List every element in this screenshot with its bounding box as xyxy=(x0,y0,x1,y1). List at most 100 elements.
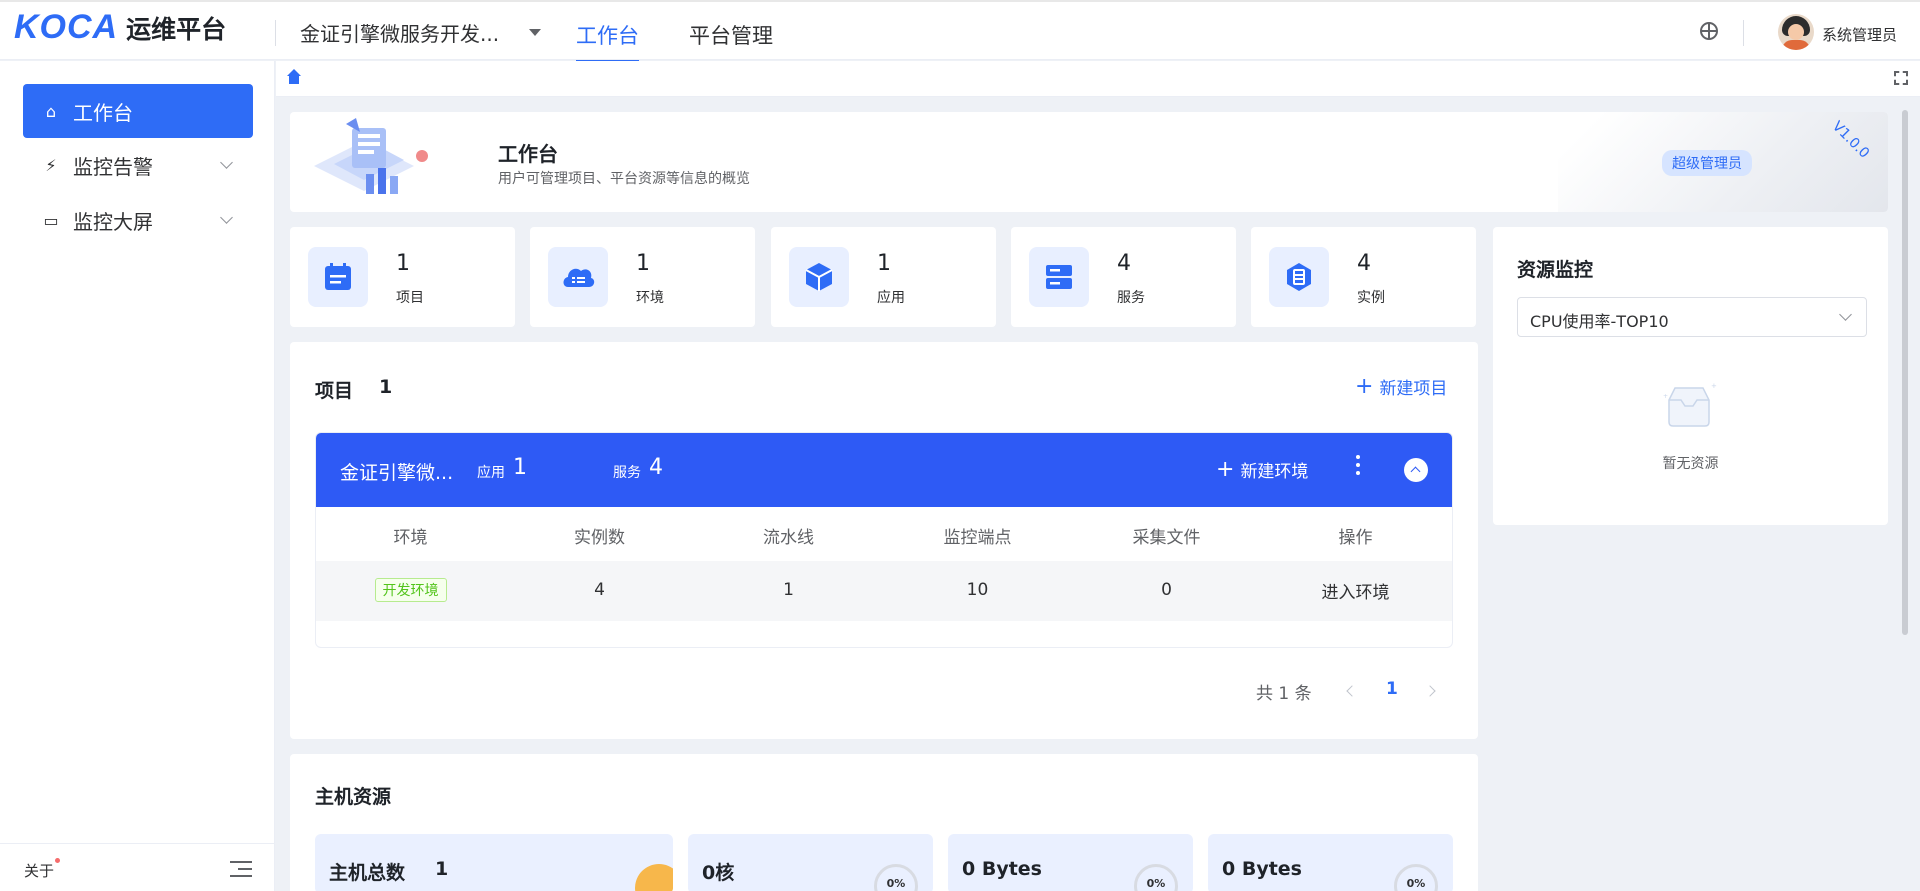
env-cell: 开发环境 xyxy=(316,578,505,602)
stat-value: 1 xyxy=(396,251,410,276)
table-header: 环境 实例数 流水线 监控端点 采集文件 操作 xyxy=(316,507,1452,561)
service-count-value: 4 xyxy=(649,455,663,480)
welcome-banner: 工作台 用户可管理项目、平台资源等信息的概览 超级管理员 V1.0.0 xyxy=(290,112,1888,212)
app-count-label: 应用 xyxy=(477,465,505,481)
project-item-header: 金证引擎微... 应用 1 服务 4 + 新建环境 xyxy=(316,433,1452,507)
about-label: 关于 xyxy=(24,862,55,880)
alarm-icon: ⚡ xyxy=(45,155,57,175)
projects-card: 项目 1 + 新建项目 金证引擎微... 应用 1 服务 4 + 新建环境 环境… xyxy=(290,342,1478,739)
host-illustration xyxy=(635,864,673,891)
resource-metric-select[interactable]: CPU使用率-TOP10 xyxy=(1517,297,1867,337)
env-tag: 开发环境 xyxy=(374,578,447,602)
stat-card-projects[interactable]: 1 项目 xyxy=(290,227,515,327)
project-select[interactable]: 金证引擎微服务开发... xyxy=(300,18,542,47)
banner-illustration xyxy=(314,118,428,194)
header-divider xyxy=(1743,20,1744,46)
stat-value: 1 xyxy=(636,251,650,276)
home-icon: ⌂ xyxy=(45,101,57,121)
logo-text: 运维平台 xyxy=(126,14,227,44)
next-page-icon[interactable] xyxy=(1424,685,1436,697)
host-memory-value: 0 Bytes xyxy=(962,858,1042,880)
endpoints-cell: 10 xyxy=(966,580,989,600)
stat-label: 服务 xyxy=(1117,290,1145,306)
scrollbar[interactable] xyxy=(1902,110,1908,635)
calendar-icon xyxy=(308,247,368,307)
app-count-value: 1 xyxy=(513,455,527,480)
host-total-tile: 主机总数 1 xyxy=(315,834,673,891)
chevron-down-icon xyxy=(220,211,233,224)
resource-monitor-card: 资源监控 CPU使用率-TOP10 + + 暂无资源 xyxy=(1493,227,1888,525)
pipelines-cell: 1 xyxy=(783,580,794,600)
home-icon[interactable] xyxy=(286,69,302,85)
screen-icon: ▭ xyxy=(43,210,59,230)
project-name[interactable]: 金证引擎微... xyxy=(340,458,453,485)
page-number[interactable]: 1 xyxy=(1386,679,1398,699)
host-total-value: 1 xyxy=(435,858,449,880)
resource-monitor-title: 资源监控 xyxy=(1517,259,1594,281)
new-environment-label: 新建环境 xyxy=(1240,462,1309,482)
sidebar-item-workbench[interactable]: ⌂ 工作台 xyxy=(23,84,253,138)
instances-cell: 4 xyxy=(594,580,605,600)
tab-workbench[interactable]: 工作台 xyxy=(576,20,639,62)
globe-icon[interactable] xyxy=(1700,22,1718,40)
empty-text: 暂无资源 xyxy=(1662,456,1719,472)
enter-environment-link[interactable]: 进入环境 xyxy=(1261,578,1450,603)
breadcrumb xyxy=(276,61,1920,97)
logo[interactable]: KOCA 运维平台 xyxy=(14,8,226,47)
sidebar: ⌂ 工作台 ⚡ 监控告警 ▭ 监控大屏 关于 xyxy=(0,61,275,891)
caret-down-icon xyxy=(529,29,542,36)
stat-value: 4 xyxy=(1117,251,1131,276)
projects-count: 1 xyxy=(379,376,393,398)
host-total-label: 主机总数 xyxy=(329,862,406,884)
stat-card-applications[interactable]: 1 应用 xyxy=(771,227,996,327)
logo-mark: KOCA xyxy=(14,8,119,46)
table-row: 开发环境 4 1 10 0 进入环境 xyxy=(316,561,1452,621)
stat-value: 1 xyxy=(877,251,891,276)
fullscreen-icon[interactable] xyxy=(1894,71,1908,85)
column-header: 监控端点 xyxy=(943,528,1012,548)
host-disk-value: 0 Bytes xyxy=(1222,858,1302,880)
user-name[interactable]: 系统管理员 xyxy=(1822,24,1897,45)
sidebar-footer: 关于 xyxy=(0,843,275,891)
instance-icon xyxy=(1269,247,1329,307)
sidebar-item-label: 工作台 xyxy=(73,100,133,125)
role-badge: 超级管理员 xyxy=(1662,150,1752,176)
column-header: 操作 xyxy=(1338,528,1373,548)
new-environment-button[interactable]: + 新建环境 xyxy=(1216,457,1308,482)
avatar[interactable] xyxy=(1778,14,1814,50)
column-header: 实例数 xyxy=(574,528,625,548)
sidebar-item-monitor-alarm[interactable]: ⚡ 监控告警 xyxy=(23,138,253,192)
new-project-button[interactable]: + 新建项目 xyxy=(1355,374,1447,399)
collapse-icon[interactable] xyxy=(1404,458,1428,482)
stat-label: 项目 xyxy=(396,290,424,306)
stat-card-services[interactable]: 4 服务 xyxy=(1011,227,1236,327)
top-header: KOCA 运维平台 金证引擎微服务开发... 工作台 平台管理 系统管理员 xyxy=(0,0,1920,62)
collapse-menu-icon[interactable] xyxy=(230,860,252,878)
stat-label: 环境 xyxy=(636,290,664,306)
cube-icon xyxy=(789,247,849,307)
project-select-value: 金证引擎微服务开发... xyxy=(300,22,500,46)
stat-card-environments[interactable]: 1 环境 xyxy=(530,227,755,327)
prev-page-icon[interactable] xyxy=(1346,685,1358,697)
svg-text:+: + xyxy=(1663,393,1668,400)
host-resources-title: 主机资源 xyxy=(315,786,392,808)
about-link[interactable]: 关于 xyxy=(24,858,61,881)
column-header: 环境 xyxy=(393,528,428,548)
chevron-down-icon xyxy=(1839,308,1852,321)
cloud-icon xyxy=(548,247,608,307)
more-icon[interactable] xyxy=(1356,455,1360,475)
stat-card-instances[interactable]: 4 实例 xyxy=(1251,227,1476,327)
sidebar-item-label: 监控大屏 xyxy=(73,209,153,234)
files-cell: 0 xyxy=(1161,580,1172,600)
tab-platform-management[interactable]: 平台管理 xyxy=(689,20,773,50)
host-memory-tile: 0 Bytes 0% xyxy=(948,834,1193,891)
column-header: 采集文件 xyxy=(1132,528,1201,548)
banner-title: 工作台 xyxy=(498,142,558,166)
stat-label: 实例 xyxy=(1357,290,1385,306)
sidebar-item-monitor-screen[interactable]: ▭ 监控大屏 xyxy=(23,193,253,247)
plus-icon: + xyxy=(1355,373,1374,399)
notification-dot xyxy=(55,858,61,863)
memory-gauge: 0% xyxy=(1134,864,1178,891)
new-project-label: 新建项目 xyxy=(1379,379,1448,399)
host-cpu-tile: 0核 0% xyxy=(688,834,933,891)
